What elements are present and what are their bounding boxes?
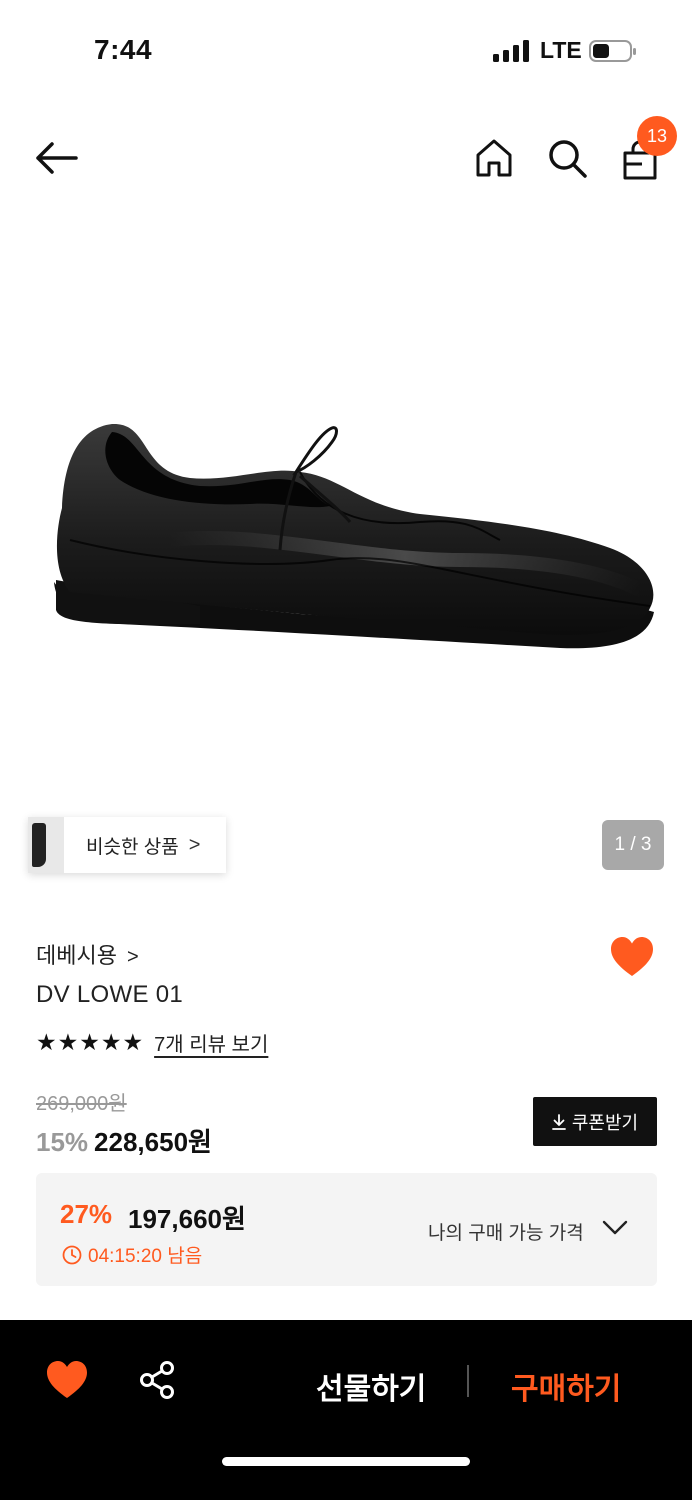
my-price-box[interactable]: 27% 197,660원 04:15:20 남음 나의 구매 가능 가격 <box>36 1173 657 1286</box>
back-arrow-icon[interactable] <box>32 136 80 180</box>
sale-price-row: 15% 228,650원 <box>36 1122 212 1159</box>
image-pager: 1 / 3 <box>602 820 664 870</box>
bottom-action-bar: 선물하기 구매하기 <box>0 1320 692 1500</box>
chevron-right-icon: > <box>188 833 201 856</box>
chevron-right-icon: > <box>126 946 139 968</box>
shoe-illustration <box>54 423 654 649</box>
buy-button[interactable]: 구매하기 <box>511 1364 621 1408</box>
rating-row: ★★★★★ 7개 리뷰 보기 <box>36 1028 268 1057</box>
similar-product-thumbnail <box>28 817 64 873</box>
product-image[interactable] <box>0 210 692 890</box>
brand-name: 데베시용 <box>36 943 117 968</box>
cart-count-badge: 13 <box>637 116 677 156</box>
status-time: 7:44 <box>94 34 153 65</box>
original-price: 269,000원 <box>36 1093 127 1115</box>
share-icon[interactable] <box>138 1360 176 1400</box>
home-indicator <box>222 1457 470 1466</box>
discount-percent: 15% <box>36 1127 89 1157</box>
top-nav: 13 <box>0 110 692 206</box>
my-price: 197,660원 <box>128 1204 246 1234</box>
divider <box>467 1365 469 1397</box>
search-icon[interactable] <box>545 136 589 180</box>
heart-icon[interactable] <box>46 1360 88 1400</box>
signal-icon <box>493 40 529 62</box>
home-icon[interactable] <box>472 136 516 180</box>
clock-icon <box>62 1245 82 1264</box>
my-price-label: 나의 구매 가능 가격 <box>428 1223 584 1244</box>
product-name: DV LOWE 01 <box>36 981 184 1008</box>
chevron-down-icon[interactable] <box>602 1218 628 1238</box>
countdown-timer: 04:15:20 남음 <box>62 1241 202 1268</box>
similar-products-label: 비슷한 상품 <box>86 836 179 858</box>
status-bar: 7:44 LTE <box>0 0 692 100</box>
wishlist-heart-icon[interactable] <box>610 936 654 978</box>
countdown-text: 04:15:20 남음 <box>88 1246 203 1267</box>
download-icon <box>551 1113 566 1130</box>
sale-price: 228,650원 <box>94 1127 212 1157</box>
review-link[interactable]: 7개 리뷰 보기 <box>154 1028 268 1057</box>
coupon-button[interactable]: 쿠폰받기 <box>533 1097 657 1146</box>
similar-products-button[interactable]: 비슷한 상품 > <box>28 817 226 873</box>
gift-button[interactable]: 선물하기 <box>316 1364 426 1408</box>
star-rating: ★★★★★ <box>36 1029 145 1055</box>
network-label: LTE <box>540 37 582 63</box>
brand-link[interactable]: 데베시용 > <box>36 938 139 970</box>
battery-icon <box>589 40 636 62</box>
coupon-label: 쿠폰받기 <box>571 1112 639 1133</box>
my-discount-percent: 27% <box>60 1199 113 1229</box>
